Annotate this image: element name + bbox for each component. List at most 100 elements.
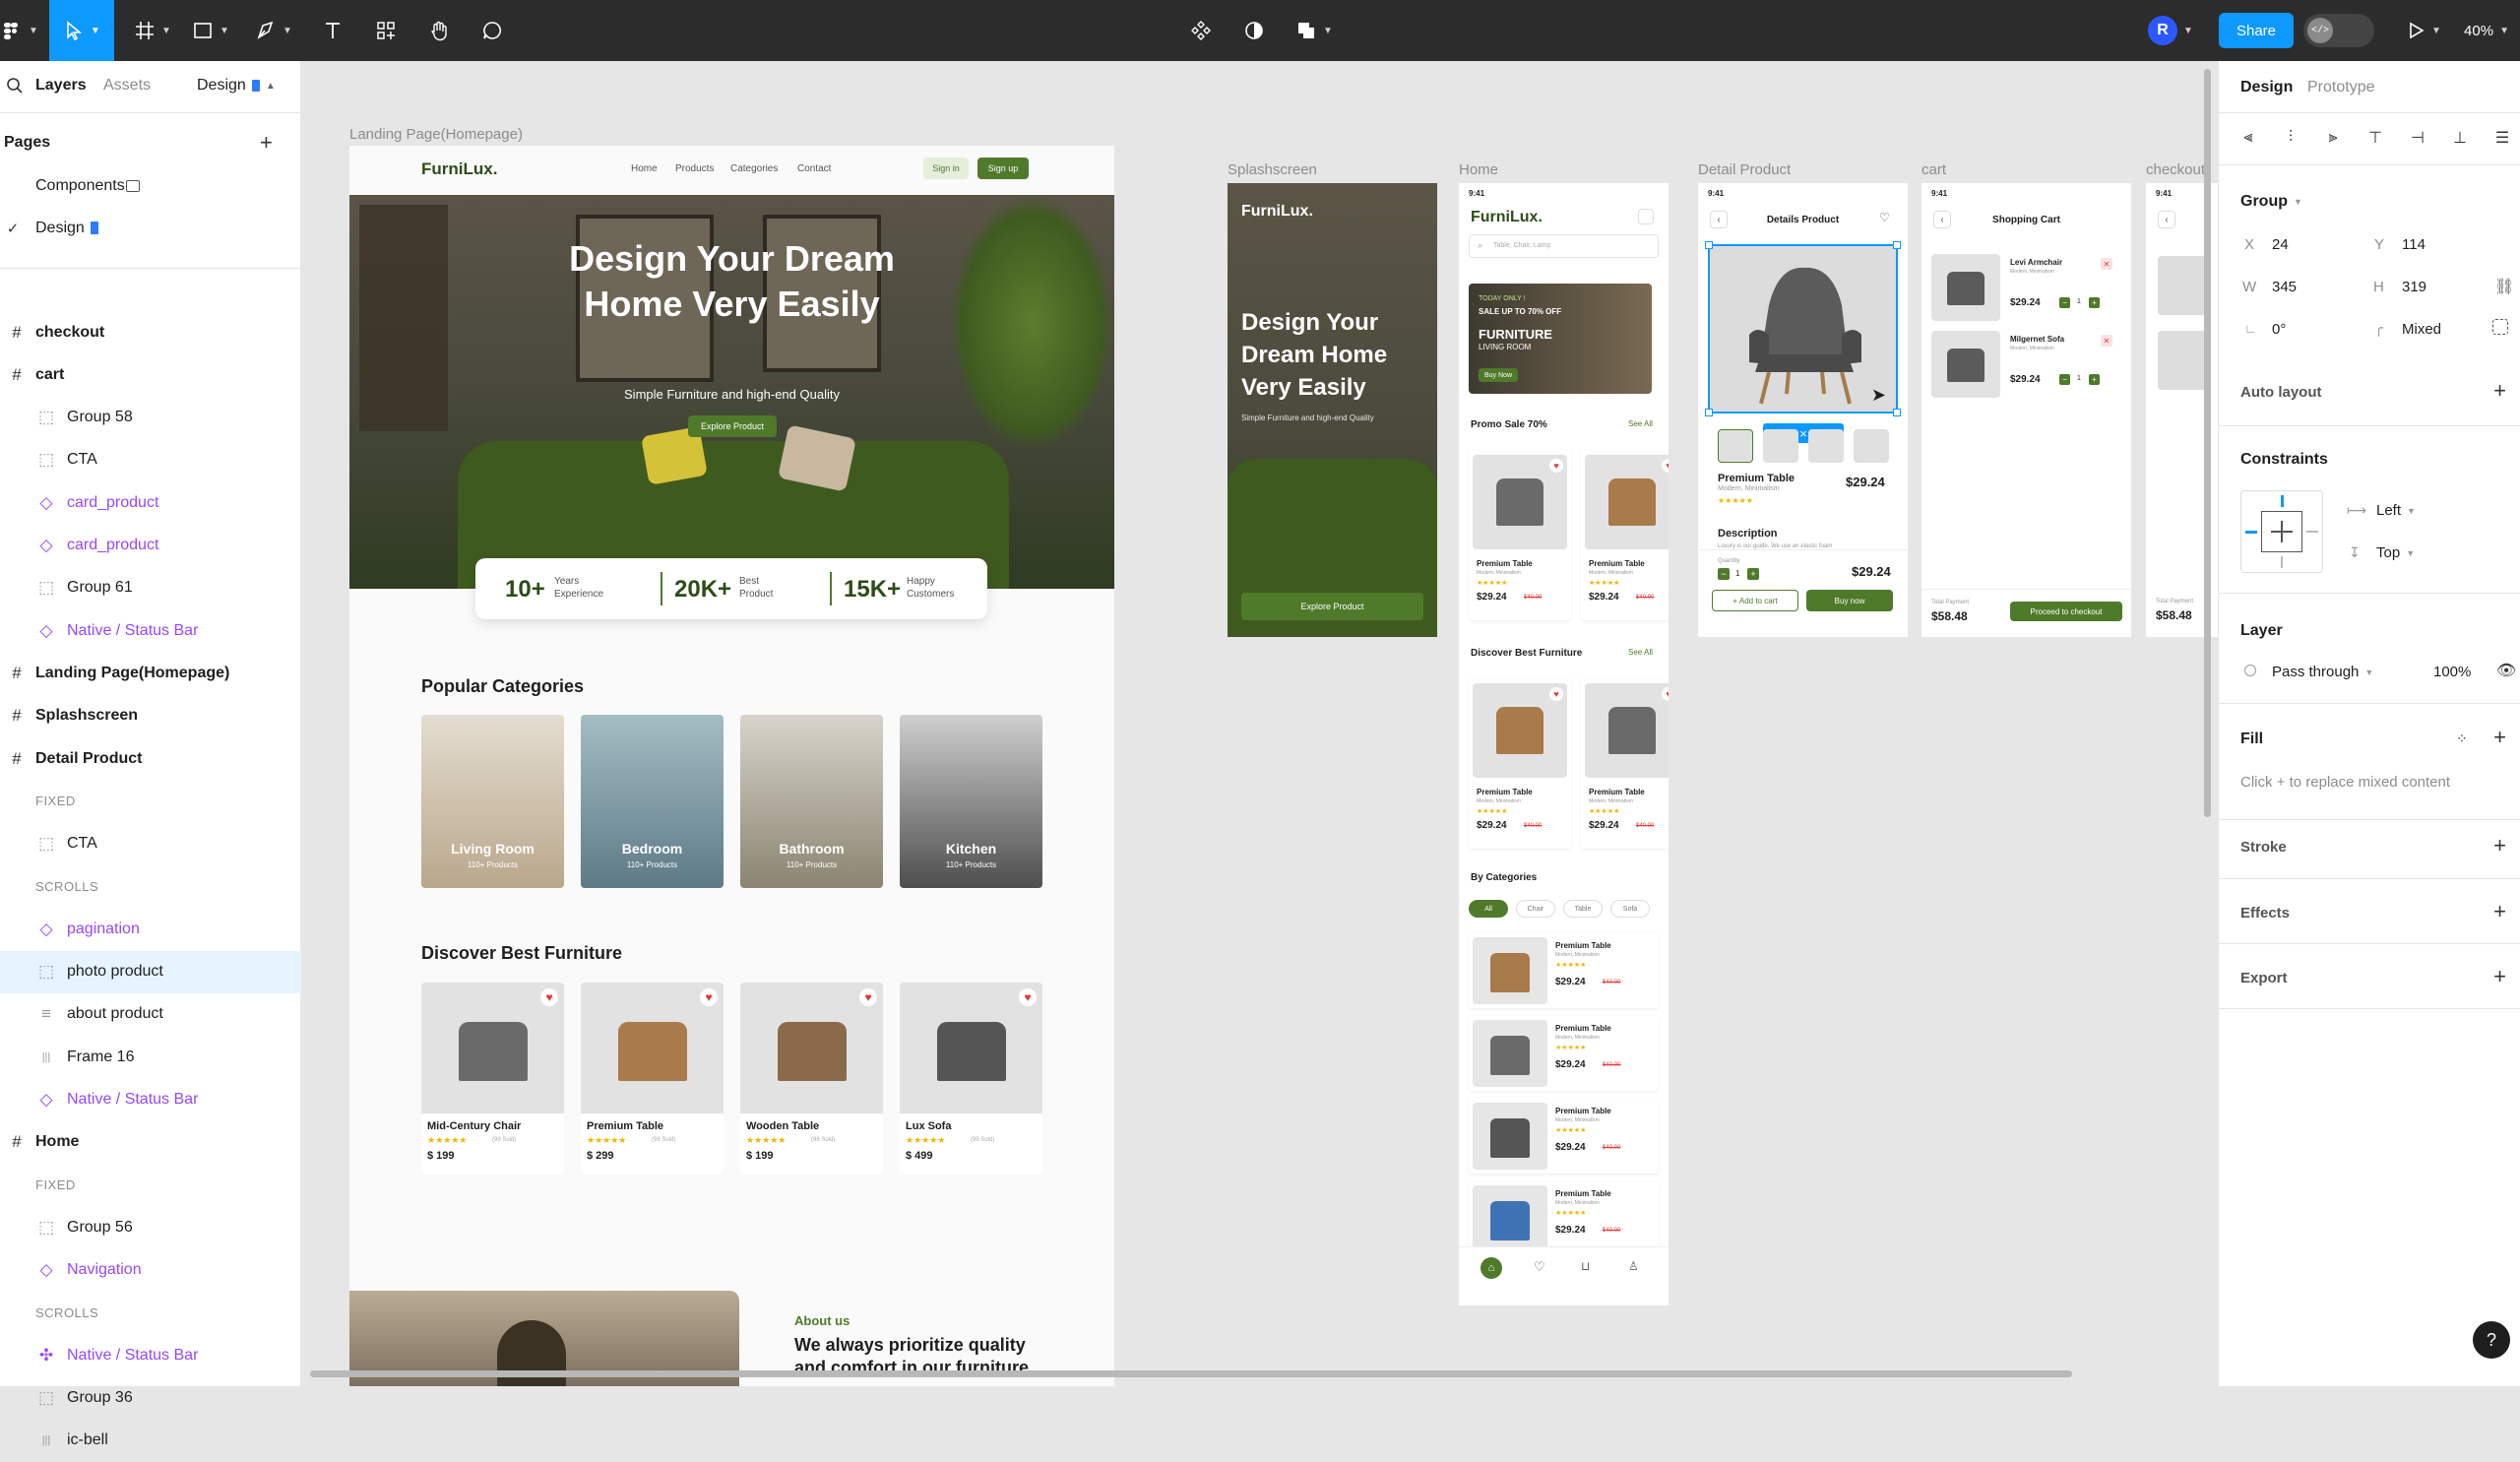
layer-row[interactable]: ||| Frame 16: [0, 1036, 301, 1078]
layer-row[interactable]: ⬚ photo product: [0, 950, 301, 993]
heart-icon[interactable]: ♥: [700, 988, 718, 1006]
decrement-button[interactable]: −: [2059, 374, 2070, 385]
product-card[interactable]: ♥ Mid-Century Chair ★★★★★ (99 Sold) $ 199: [421, 983, 564, 1175]
category-card[interactable]: Kitchen 110+ Products: [900, 715, 1042, 888]
proceed-checkout-button[interactable]: Proceed to checkout: [2010, 602, 2122, 621]
constraint-top-active[interactable]: [2281, 495, 2284, 507]
layer-row[interactable]: ◇ Navigation: [0, 1249, 301, 1292]
align-horizontal-center-icon[interactable]: ⫶: [2279, 126, 2302, 150]
layer-row[interactable]: ◇ card_product: [0, 525, 301, 567]
tab-design[interactable]: Design: [2240, 79, 2293, 96]
frame-title-cart[interactable]: cart: [1922, 161, 1946, 178]
resources-tool-button[interactable]: [366, 0, 406, 61]
explore-product-button[interactable]: Explore Product: [688, 415, 777, 437]
category-card[interactable]: Bathroom 110+ Products: [740, 715, 883, 888]
bell-icon[interactable]: [1638, 209, 1654, 224]
pen-tool-button[interactable]: ▼: [246, 0, 301, 61]
category-card[interactable]: Bedroom 110+ Products: [581, 715, 724, 888]
heart-icon[interactable]: ♥: [1662, 459, 1669, 473]
nav-home[interactable]: Home: [631, 163, 658, 174]
horizontal-constraint-dropdown[interactable]: Left ▼: [2376, 502, 2416, 519]
back-arrow-icon[interactable]: ‹: [2158, 211, 2175, 228]
add-page-plus-icon[interactable]: +: [260, 130, 273, 156]
search-icon[interactable]: [6, 77, 24, 95]
layer-row[interactable]: ||| ic-bell: [0, 1420, 301, 1462]
trash-icon[interactable]: ✕: [2101, 335, 2112, 347]
distribute-icon[interactable]: ☰: [2490, 126, 2514, 150]
heart-icon[interactable]: ♥: [1662, 687, 1669, 701]
group-type-dropdown[interactable]: Group ▼: [2240, 193, 2302, 211]
category-chip[interactable]: All: [1469, 900, 1508, 918]
product-card[interactable]: ♥ Lux Sofa ★★★★★ (99 Sold) $ 499: [900, 983, 1042, 1175]
add-to-cart-button[interactable]: + Add to cart: [1712, 590, 1798, 611]
constraint-right[interactable]: [2306, 531, 2318, 533]
decrement-button[interactable]: −: [1718, 568, 1730, 580]
add-effect-plus-icon[interactable]: +: [2493, 899, 2506, 924]
dev-mode-toggle[interactable]: </>: [2303, 14, 2374, 47]
trash-icon[interactable]: ✕: [2101, 258, 2112, 270]
product-card[interactable]: ♥ Premium Table Modern, Minimalism ★★★★★ $29…: [1581, 451, 1669, 620]
resize-handle[interactable]: [1705, 241, 1713, 249]
resize-handle[interactable]: [1893, 409, 1901, 416]
heart-icon[interactable]: ♥: [1549, 687, 1563, 701]
home-search-input[interactable]: ⌕ Table, Chair, Lamp: [1469, 234, 1659, 258]
cart-item[interactable]: Levi Armchair Modern, Minimalism ✕ $29.24 −1…: [1931, 254, 2121, 321]
add-fill-plus-icon[interactable]: +: [2493, 725, 2506, 750]
share-button[interactable]: Share: [2219, 13, 2294, 48]
landing-page-frame[interactable]: FurniLux. Home Products Categories Conta…: [349, 146, 1114, 1386]
main-menu-button[interactable]: ▼: [0, 0, 39, 61]
layer-row[interactable]: ◇ pagination: [0, 908, 301, 950]
thumbnail[interactable]: [1854, 429, 1889, 463]
category-chip[interactable]: Sofa: [1610, 900, 1650, 918]
add-auto-layout-plus-icon[interactable]: +: [2493, 378, 2506, 404]
splashscreen-frame[interactable]: FurniLux. Design Your Dream Home Very Ea…: [1228, 183, 1437, 637]
category-chip[interactable]: Chair: [1516, 900, 1555, 918]
list-item[interactable]: Premium Table Modern, Minimalism ★★★★★ $29.…: [1469, 1181, 1659, 1256]
width-input[interactable]: 345: [2272, 279, 2297, 295]
align-bottom-icon[interactable]: ⊥: [2448, 126, 2472, 150]
see-all-link[interactable]: See All: [1628, 648, 1653, 657]
nav-categories[interactable]: Categories: [730, 163, 778, 174]
tab-prototype[interactable]: Prototype: [2307, 79, 2374, 96]
constraints-widget[interactable]: [2240, 490, 2323, 573]
frame-title-home[interactable]: Home: [1459, 161, 1498, 178]
list-item[interactable]: Premium Table Modern, Minimalism ★★★★★ $29.…: [1469, 1099, 1659, 1174]
see-all-link[interactable]: See All: [1628, 419, 1653, 428]
layer-row[interactable]: # checkout: [0, 311, 301, 353]
increment-button[interactable]: +: [2089, 297, 2100, 308]
home-nav-icon[interactable]: ⌂: [1480, 1257, 1502, 1279]
heart-icon[interactable]: ♥: [540, 988, 558, 1006]
layer-row[interactable]: # Landing Page(Homepage): [0, 652, 301, 694]
add-export-plus-icon[interactable]: +: [2493, 964, 2506, 989]
constraint-left-active[interactable]: [2245, 531, 2257, 534]
layer-row[interactable]: ⬚ Group 56: [0, 1206, 301, 1248]
heart-icon[interactable]: ♥: [1019, 988, 1037, 1006]
align-left-icon[interactable]: ⫷: [2236, 126, 2260, 150]
frame-title-splash[interactable]: Splashscreen: [1228, 161, 1317, 178]
signup-button[interactable]: Sign up: [977, 158, 1029, 179]
layer-row[interactable]: ≡ about product: [0, 993, 301, 1036]
frame-title-checkout[interactable]: checkout: [2146, 161, 2205, 178]
heart-nav-icon[interactable]: ♡: [1534, 1259, 1545, 1275]
style-grid-icon[interactable]: ⁘: [2456, 731, 2468, 747]
promo-buy-button[interactable]: Buy Now: [1479, 368, 1518, 382]
layer-row[interactable]: ✣ Native / Status Bar: [0, 1334, 301, 1376]
layer-row[interactable]: ◇ card_product: [0, 481, 301, 524]
cart-frame[interactable]: 9:41 ‹ Shopping Cart Levi Armchair Modern…: [1922, 183, 2131, 637]
opacity-input[interactable]: 100%: [2433, 664, 2471, 680]
buy-now-button[interactable]: Buy now: [1806, 590, 1893, 611]
present-button[interactable]: ▼: [2402, 0, 2445, 61]
radius-input[interactable]: Mixed: [2402, 321, 2441, 338]
signin-button[interactable]: Sign in: [923, 158, 969, 179]
layer-row[interactable]: # cart: [0, 353, 301, 396]
favorite-heart-icon[interactable]: ♡: [1879, 211, 1890, 224]
resize-handle[interactable]: [1893, 241, 1901, 249]
layer-row[interactable]: ⬚ Group 58: [0, 397, 301, 439]
constraint-bottom[interactable]: [2281, 556, 2283, 568]
mask-tool-button[interactable]: [1234, 0, 1274, 61]
component-tool-button[interactable]: [1181, 0, 1221, 61]
home-frame[interactable]: 9:41 FurniLux. ⌕ Table, Chair, Lamp TODA…: [1459, 183, 1669, 1305]
product-card[interactable]: ♥ Premium Table Modern, Minimalism ★★★★★ $29…: [1581, 679, 1669, 849]
list-item[interactable]: Premium Table Modern, Minimalism ★★★★★ $29.…: [1469, 1016, 1659, 1091]
product-card[interactable]: ♥ Premium Table Modern, Minimalism ★★★★★ $29…: [1469, 451, 1571, 620]
